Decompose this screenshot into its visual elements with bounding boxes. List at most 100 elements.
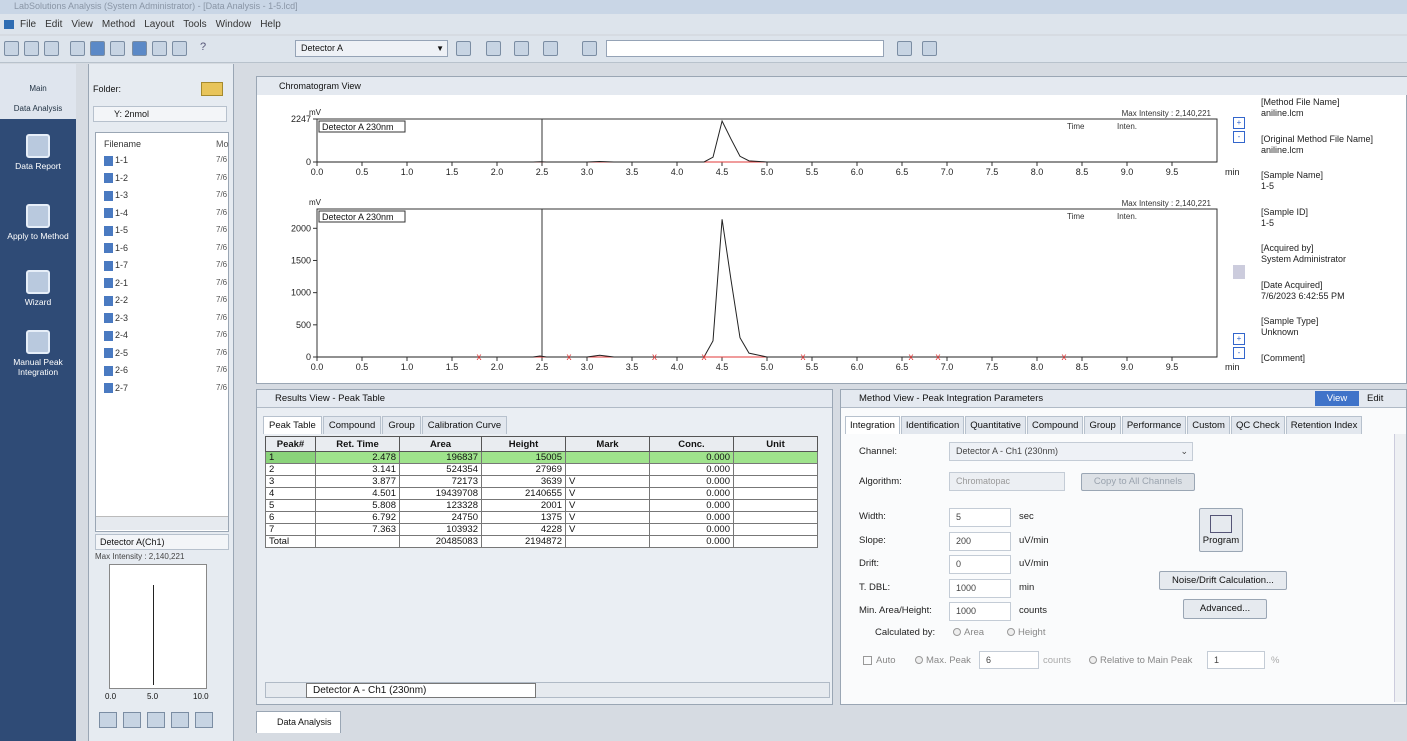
max-peak-radio[interactable]: Max. Peak <box>915 655 971 666</box>
table-row[interactable]: Total 20485083 2194872 0.000 <box>265 535 818 548</box>
file-item[interactable]: 2-6 <box>104 365 128 376</box>
file-item[interactable]: 1-7 <box>104 260 128 271</box>
panel2-icon[interactable] <box>152 41 167 56</box>
algorithm-select[interactable]: Chromatopac <box>949 472 1065 491</box>
sheet-tab[interactable]: Detector A - Ch1 (230nm) <box>306 683 536 698</box>
print-icon[interactable] <box>44 41 59 56</box>
help-icon[interactable]: ? <box>200 41 215 56</box>
table-row[interactable]: 1 2.478 196837 15005 0.000 <box>265 451 818 464</box>
col-header[interactable]: Area <box>399 436 482 452</box>
file-item[interactable]: 1-5 <box>104 225 128 236</box>
vscroll-thumb[interactable] <box>1233 265 1245 279</box>
method-tab[interactable]: Integration <box>845 416 900 434</box>
menu-view[interactable]: View <box>71 19 93 30</box>
data-analysis-tab[interactable]: Data Analysis <box>256 711 341 733</box>
tool8-icon[interactable] <box>922 41 937 56</box>
method-tab[interactable]: Retention Index <box>1285 416 1363 434</box>
table-row[interactable]: 4 4.501 19439708 2140655 V 0.000 <box>265 487 818 500</box>
col-header[interactable]: Mark <box>565 436 650 452</box>
tool5-icon[interactable] <box>543 41 558 56</box>
method-tab[interactable]: Identification <box>900 416 965 434</box>
col-header[interactable]: Peak# <box>265 436 316 452</box>
menu-file[interactable]: File <box>20 19 36 30</box>
zoom-in-icon[interactable]: + <box>1233 333 1245 345</box>
menu-layout[interactable]: Layout <box>144 19 174 30</box>
table-row[interactable]: 3 3.877 72173 3639 V 0.000 <box>265 475 818 488</box>
undo-icon[interactable] <box>456 41 471 56</box>
chart-icon[interactable] <box>172 41 187 56</box>
file-item[interactable]: 1-3 <box>104 190 128 201</box>
col-header[interactable]: Unit <box>733 436 818 452</box>
preview-channel-select[interactable]: Detector A(Ch1) <box>95 534 229 550</box>
relative-field[interactable]: 1 <box>1207 651 1265 669</box>
param-field[interactable]: 200 <box>949 531 1011 551</box>
settings-icon[interactable] <box>195 712 213 728</box>
method-tab[interactable]: QC Check <box>1230 416 1285 434</box>
hscrollbar[interactable] <box>96 516 228 530</box>
tool-icon[interactable] <box>171 712 189 728</box>
method-vscrollbar[interactable] <box>1394 434 1406 702</box>
program-button[interactable]: Program <box>1199 508 1243 552</box>
tab-peak-table[interactable]: Peak Table <box>263 416 322 434</box>
detector-select[interactable]: Detector A ▼ <box>295 40 448 57</box>
panel-icon[interactable] <box>132 41 147 56</box>
tool4-icon[interactable] <box>514 41 529 56</box>
max-peak-field[interactable]: 6 <box>979 651 1039 669</box>
tool3-icon[interactable] <box>486 41 501 56</box>
file-item[interactable]: 1-1 <box>104 155 128 166</box>
folder-icon[interactable] <box>201 82 223 96</box>
manual-peak-integration-button[interactable]: Manual Peak Integration <box>0 330 76 377</box>
data-report-button[interactable]: Data Report <box>0 134 76 171</box>
file-item[interactable]: 1-4 <box>104 208 128 219</box>
menu-tools[interactable]: Tools <box>183 19 206 30</box>
view-button[interactable]: View <box>1315 391 1359 406</box>
method-tab[interactable]: Compound <box>1026 416 1084 434</box>
col-header[interactable]: Ret. Time <box>315 436 400 452</box>
advanced-button[interactable]: Advanced... <box>1183 599 1267 619</box>
tool-icon[interactable] <box>110 41 125 56</box>
file-item[interactable]: 2-3 <box>104 313 128 324</box>
edit-button[interactable]: Edit <box>1367 391 1383 406</box>
open-icon[interactable] <box>4 41 19 56</box>
tab-data-analysis[interactable]: Data Analysis <box>0 104 76 113</box>
file-item[interactable]: 2-1 <box>104 278 128 289</box>
save-icon[interactable] <box>24 41 39 56</box>
chart-icon[interactable] <box>99 712 117 728</box>
file-item[interactable]: 2-7 <box>104 383 128 394</box>
menu-edit[interactable]: Edit <box>45 19 62 30</box>
chromatogram-chart[interactable]: 224700.0 0.5 1.0 1.5 2.0 2.5 3.0 3.5 4.0 4.5 5.0 5.… <box>257 95 1257 383</box>
list-icon[interactable] <box>123 712 141 728</box>
menu-window[interactable]: Window <box>216 19 252 30</box>
copy-to-all-channels-button[interactable]: Copy to All Channels <box>1081 473 1195 491</box>
height-radio[interactable]: Height <box>1007 627 1045 638</box>
file-item[interactable]: 1-2 <box>104 173 128 184</box>
param-field[interactable]: 1000 <box>949 578 1011 598</box>
file-item[interactable]: 2-4 <box>104 330 128 341</box>
relative-main-radio[interactable]: Relative to Main Peak <box>1089 655 1192 666</box>
file-item[interactable]: 1-6 <box>104 243 128 254</box>
col-header[interactable]: Conc. <box>649 436 734 452</box>
file-item[interactable]: 2-5 <box>104 348 128 359</box>
method-tab[interactable]: Custom <box>1187 416 1230 434</box>
tool6-icon[interactable] <box>582 41 597 56</box>
noise-drift-button[interactable]: Noise/Drift Calculation... <box>1159 571 1287 590</box>
file-item[interactable]: 2-2 <box>104 295 128 306</box>
toolbar-text-field[interactable] <box>606 40 884 57</box>
col-header[interactable]: Height <box>481 436 566 452</box>
tab-calibration-curve[interactable]: Calibration Curve <box>421 416 508 434</box>
method-tab[interactable]: Performance <box>1121 416 1187 434</box>
zoom-icon[interactable] <box>70 41 85 56</box>
param-field[interactable]: 1000 <box>949 602 1011 621</box>
table-row[interactable]: 6 6.792 24750 1375 V 0.000 <box>265 511 818 524</box>
param-field[interactable]: 0 <box>949 555 1011 574</box>
method-tab[interactable]: Group <box>1084 416 1121 434</box>
menu-help[interactable]: Help <box>260 19 281 30</box>
area-radio[interactable]: Area <box>953 627 984 638</box>
tab-group[interactable]: Group <box>382 416 421 434</box>
table-row[interactable]: 2 3.141 524354 27969 0.000 <box>265 463 818 476</box>
layout-icon[interactable] <box>90 41 105 56</box>
tab-main[interactable]: Main <box>0 84 76 93</box>
zoom-out-icon[interactable]: - <box>1233 131 1245 143</box>
folder-path-select[interactable]: Y: 2nmol <box>93 106 227 122</box>
auto-checkbox[interactable]: Auto <box>863 655 896 666</box>
